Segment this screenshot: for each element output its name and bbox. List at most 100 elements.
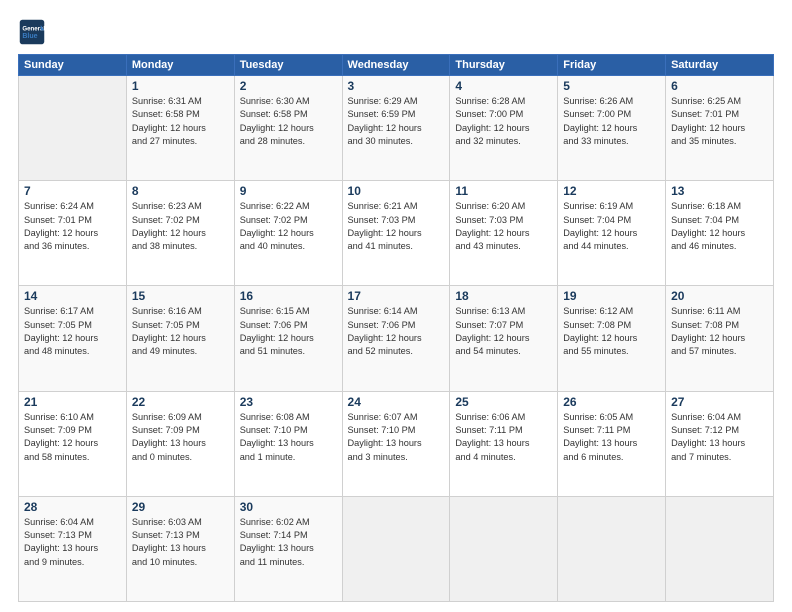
weekday-header-wednesday: Wednesday [342,55,450,76]
page: General Blue SundayMondayTuesdayWednesda… [0,0,792,612]
day-info: Sunrise: 6:05 AM Sunset: 7:11 PM Dayligh… [563,411,660,464]
day-info: Sunrise: 6:25 AM Sunset: 7:01 PM Dayligh… [671,95,768,148]
day-number: 29 [132,500,229,514]
calendar-cell: 21Sunrise: 6:10 AM Sunset: 7:09 PM Dayli… [19,391,127,496]
day-info: Sunrise: 6:26 AM Sunset: 7:00 PM Dayligh… [563,95,660,148]
day-number: 4 [455,79,552,93]
day-number: 6 [671,79,768,93]
calendar-week-5: 28 Sunrise: 6:04 AM Sunset: 7:13 PM Dayli… [19,496,774,601]
calendar-cell: 20 Sunrise: 6:11 AM Sunset: 7:08 PM Dayli… [666,286,774,391]
calendar-cell: 2 Sunrise: 6:30 AM Sunset: 6:58 PM Daylig… [234,76,342,181]
weekday-header-monday: Monday [126,55,234,76]
calendar-cell: 9 Sunrise: 6:22 AM Sunset: 7:02 PM Daylig… [234,181,342,286]
calendar-cell: 18 Sunrise: 6:13 AM Sunset: 7:07 PM Dayli… [450,286,558,391]
weekday-header-saturday: Saturday [666,55,774,76]
calendar-cell: 16 Sunrise: 6:15 AM Sunset: 7:06 PM Dayli… [234,286,342,391]
day-info: Sunrise: 6:04 AM Sunset: 7:13 PM Dayligh… [24,516,121,569]
day-number: 7 [24,184,121,198]
day-number: 28 [24,500,121,514]
day-number: 1 [132,79,229,93]
day-number: 13 [671,184,768,198]
day-info: Sunrise: 6:30 AM Sunset: 6:58 PM Dayligh… [240,95,337,148]
day-number: 9 [240,184,337,198]
day-info: Sunrise: 6:19 AM Sunset: 7:04 PM Dayligh… [563,200,660,253]
calendar-cell: 3 Sunrise: 6:29 AM Sunset: 6:59 PM Daylig… [342,76,450,181]
calendar-cell: 11 Sunrise: 6:20 AM Sunset: 7:03 PM Dayli… [450,181,558,286]
calendar-table: SundayMondayTuesdayWednesdayThursdayFrid… [18,54,774,602]
day-number: 16 [240,289,337,303]
calendar-cell: 14Sunrise: 6:17 AM Sunset: 7:05 PM Dayli… [19,286,127,391]
day-number: 15 [132,289,229,303]
day-info: Sunrise: 6:12 AM Sunset: 7:08 PM Dayligh… [563,305,660,358]
weekday-header-friday: Friday [558,55,666,76]
day-number: 26 [563,395,660,409]
day-info: Sunrise: 6:16 AM Sunset: 7:05 PM Dayligh… [132,305,229,358]
calendar-cell: 22Sunrise: 6:09 AM Sunset: 7:09 PM Dayli… [126,391,234,496]
calendar-cell: 4 Sunrise: 6:28 AM Sunset: 7:00 PM Daylig… [450,76,558,181]
day-number: 11 [455,184,552,198]
day-number: 30 [240,500,337,514]
day-number: 21 [24,395,121,409]
day-info: Sunrise: 6:21 AM Sunset: 7:03 PM Dayligh… [348,200,445,253]
calendar-cell: 17 Sunrise: 6:14 AM Sunset: 7:06 PM Dayli… [342,286,450,391]
calendar-week-4: 21Sunrise: 6:10 AM Sunset: 7:09 PM Dayli… [19,391,774,496]
day-number: 18 [455,289,552,303]
logo-icon: General Blue [18,18,46,46]
calendar-cell: 5 Sunrise: 6:26 AM Sunset: 7:00 PM Daylig… [558,76,666,181]
calendar-cell: 27Sunrise: 6:04 AM Sunset: 7:12 PM Dayli… [666,391,774,496]
calendar-cell: 12 Sunrise: 6:19 AM Sunset: 7:04 PM Dayli… [558,181,666,286]
calendar-cell [666,496,774,601]
calendar-cell: 13Sunrise: 6:18 AM Sunset: 7:04 PM Dayli… [666,181,774,286]
calendar-cell: 23Sunrise: 6:08 AM Sunset: 7:10 PM Dayli… [234,391,342,496]
day-number: 10 [348,184,445,198]
day-number: 5 [563,79,660,93]
day-info: Sunrise: 6:03 AM Sunset: 7:13 PM Dayligh… [132,516,229,569]
calendar-week-2: 7Sunrise: 6:24 AM Sunset: 7:01 PM Daylig… [19,181,774,286]
calendar-cell: 26 Sunrise: 6:05 AM Sunset: 7:11 PM Dayli… [558,391,666,496]
day-number: 2 [240,79,337,93]
day-info: Sunrise: 6:31 AM Sunset: 6:58 PM Dayligh… [132,95,229,148]
calendar-cell: 1 Sunrise: 6:31 AM Sunset: 6:58 PM Daylig… [126,76,234,181]
day-info: Sunrise: 6:15 AM Sunset: 7:06 PM Dayligh… [240,305,337,358]
day-number: 17 [348,289,445,303]
day-info: Sunrise: 6:14 AM Sunset: 7:06 PM Dayligh… [348,305,445,358]
day-info: Sunrise: 6:29 AM Sunset: 6:59 PM Dayligh… [348,95,445,148]
weekday-header-thursday: Thursday [450,55,558,76]
calendar-week-3: 14Sunrise: 6:17 AM Sunset: 7:05 PM Dayli… [19,286,774,391]
day-info: Sunrise: 6:23 AM Sunset: 7:02 PM Dayligh… [132,200,229,253]
day-info: Sunrise: 6:22 AM Sunset: 7:02 PM Dayligh… [240,200,337,253]
calendar-cell: 25 Sunrise: 6:06 AM Sunset: 7:11 PM Dayli… [450,391,558,496]
day-info: Sunrise: 6:04 AM Sunset: 7:12 PM Dayligh… [671,411,768,464]
day-info: Sunrise: 6:08 AM Sunset: 7:10 PM Dayligh… [240,411,337,464]
calendar-cell: 28 Sunrise: 6:04 AM Sunset: 7:13 PM Dayli… [19,496,127,601]
day-number: 3 [348,79,445,93]
svg-text:Blue: Blue [22,33,37,40]
day-info: Sunrise: 6:28 AM Sunset: 7:00 PM Dayligh… [455,95,552,148]
day-info: Sunrise: 6:11 AM Sunset: 7:08 PM Dayligh… [671,305,768,358]
day-info: Sunrise: 6:17 AM Sunset: 7:05 PM Dayligh… [24,305,121,358]
calendar-cell [19,76,127,181]
calendar-cell: 29 Sunrise: 6:03 AM Sunset: 7:13 PM Dayli… [126,496,234,601]
calendar-cell: 8 Sunrise: 6:23 AM Sunset: 7:02 PM Daylig… [126,181,234,286]
calendar-cell: 6 Sunrise: 6:25 AM Sunset: 7:01 PM Daylig… [666,76,774,181]
day-number: 22 [132,395,229,409]
calendar-cell: 19 Sunrise: 6:12 AM Sunset: 7:08 PM Dayli… [558,286,666,391]
day-number: 8 [132,184,229,198]
day-info: Sunrise: 6:06 AM Sunset: 7:11 PM Dayligh… [455,411,552,464]
weekday-header-row: SundayMondayTuesdayWednesdayThursdayFrid… [19,55,774,76]
calendar-cell: 7Sunrise: 6:24 AM Sunset: 7:01 PM Daylig… [19,181,127,286]
calendar-week-1: 1 Sunrise: 6:31 AM Sunset: 6:58 PM Daylig… [19,76,774,181]
day-info: Sunrise: 6:13 AM Sunset: 7:07 PM Dayligh… [455,305,552,358]
calendar-cell: 30Sunrise: 6:02 AM Sunset: 7:14 PM Dayli… [234,496,342,601]
day-number: 24 [348,395,445,409]
calendar-cell: 24 Sunrise: 6:07 AM Sunset: 7:10 PM Dayli… [342,391,450,496]
header: General Blue [18,18,774,46]
logo: General Blue [18,18,50,46]
day-info: Sunrise: 6:07 AM Sunset: 7:10 PM Dayligh… [348,411,445,464]
day-number: 25 [455,395,552,409]
day-number: 19 [563,289,660,303]
day-number: 20 [671,289,768,303]
calendar-cell: 15 Sunrise: 6:16 AM Sunset: 7:05 PM Dayli… [126,286,234,391]
day-number: 12 [563,184,660,198]
day-info: Sunrise: 6:20 AM Sunset: 7:03 PM Dayligh… [455,200,552,253]
